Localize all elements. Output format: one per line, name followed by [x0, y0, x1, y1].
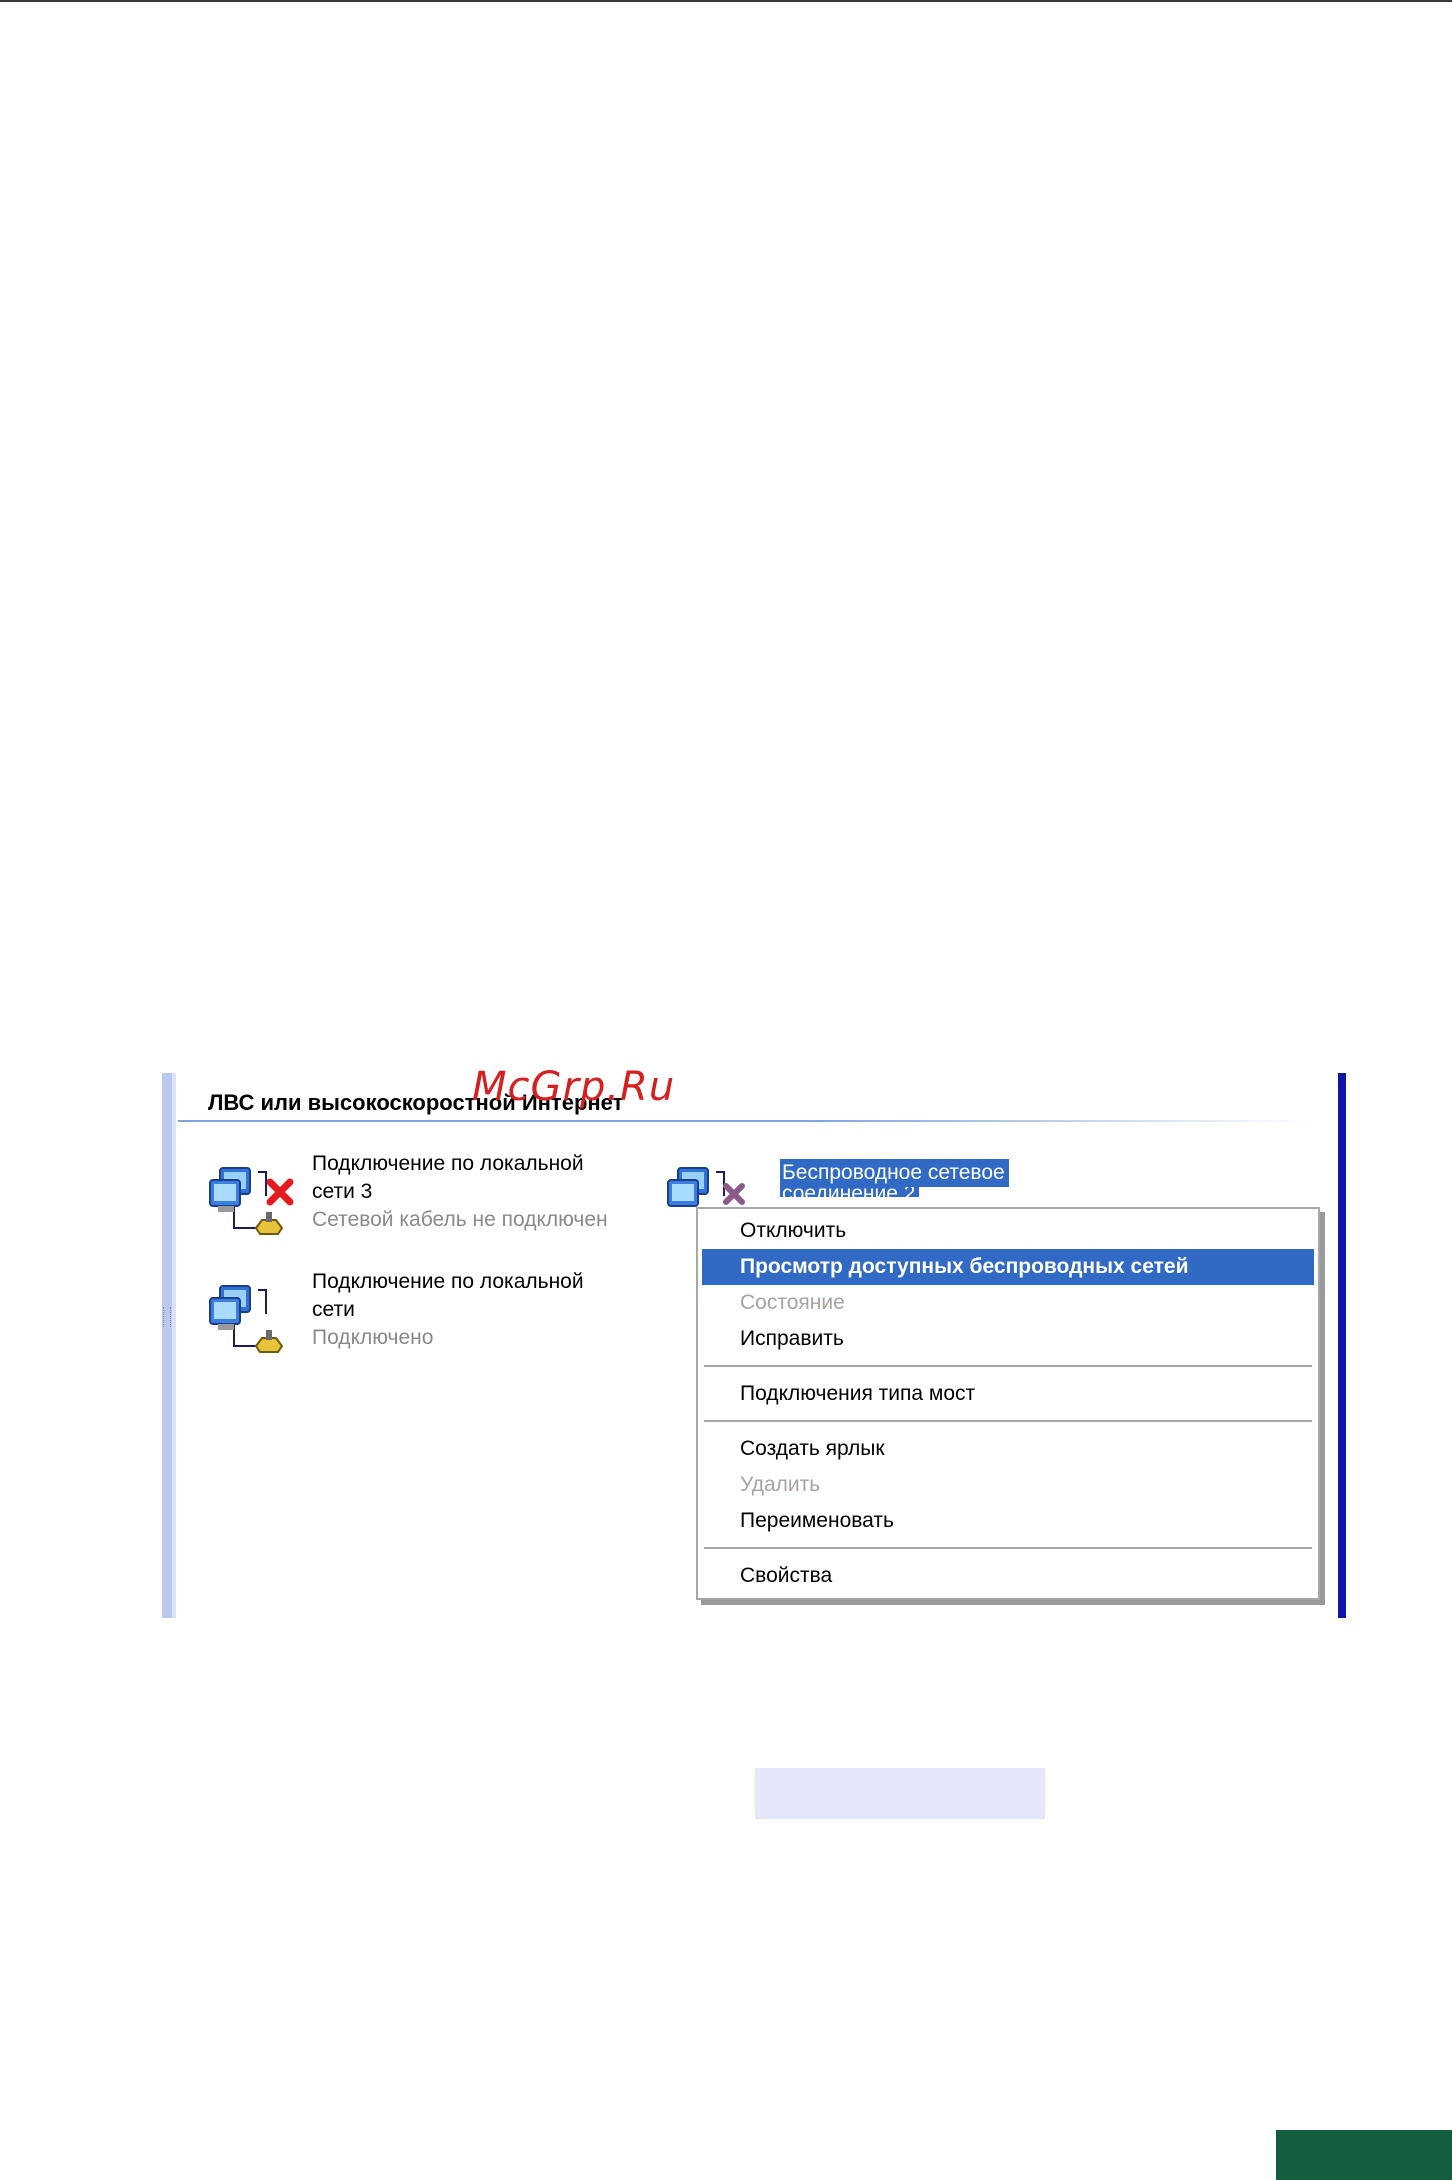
connection-name-line2: сети — [312, 1298, 355, 1321]
panel-right-bar — [1338, 1073, 1346, 1618]
menu-item-status[interactable]: Состояние — [702, 1285, 1314, 1321]
menu-item-bridge-connections[interactable]: Подключения типа мост — [702, 1376, 1314, 1412]
wireless-connection-name-line2[interactable]: соединение 2 — [780, 1187, 920, 1197]
wireless-connection-name-line1[interactable]: Беспроводное сетевое — [780, 1159, 1009, 1187]
menu-separator — [704, 1365, 1312, 1368]
page-corner-tab — [1276, 2130, 1452, 2180]
connection-name-line1: Подключение по локальной — [312, 1270, 584, 1293]
menu-item-properties[interactable]: Свойства — [702, 1558, 1314, 1594]
menu-separator — [704, 1547, 1312, 1550]
connection-name-line2: сети 3 — [312, 1180, 373, 1203]
menu-item-rename[interactable]: Переименовать — [702, 1503, 1314, 1539]
menu-item-create-shortcut[interactable]: Создать ярлык — [702, 1431, 1314, 1467]
splitter-grip[interactable] — [163, 1307, 171, 1327]
group-rule — [178, 1120, 1318, 1122]
network-computer-icon — [209, 1285, 284, 1353]
menu-item-disconnect[interactable]: Отключить — [702, 1213, 1314, 1249]
top-rule — [0, 0, 1452, 2]
network-connections-panel: ЛВС или высокоскоростной Интернет Подклю… — [162, 1073, 1346, 1618]
connection-lan[interactable]: Подключение по локальной сети Подключено — [206, 1268, 726, 1364]
network-computer-disconnected-icon — [209, 1167, 294, 1235]
watermark: McGrp.Ru — [472, 1064, 676, 1110]
highlight-box — [755, 1768, 1045, 1819]
context-menu: Отключить Просмотр доступных беспроводны… — [696, 1207, 1320, 1600]
connection-lan-3[interactable]: Подключение по локальной сети 3 Сетевой … — [206, 1150, 726, 1246]
panel-left-bar — [162, 1073, 176, 1618]
menu-item-view-wireless-networks[interactable]: Просмотр доступных беспроводных сетей — [702, 1249, 1314, 1285]
connection-wireless-2[interactable] — [664, 1150, 764, 1210]
menu-item-delete[interactable]: Удалить — [702, 1467, 1314, 1503]
connection-status: Сетевой кабель не подключен — [312, 1208, 608, 1231]
connection-name-line1: Подключение по локальной — [312, 1152, 584, 1175]
connection-status: Подключено — [312, 1326, 434, 1349]
menu-separator — [704, 1420, 1312, 1423]
menu-item-repair[interactable]: Исправить — [702, 1321, 1314, 1357]
